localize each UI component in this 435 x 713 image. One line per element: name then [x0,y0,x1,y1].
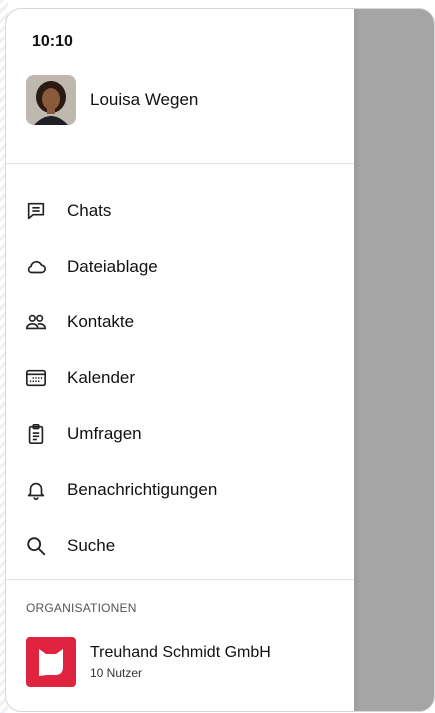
menu-item-suche[interactable]: Suche [6,518,354,574]
profile-name: Louisa Wegen [90,90,199,109]
menu-label-umfragen: Umfragen [67,424,142,444]
user-avatar-icon [26,75,76,125]
menu-label-kontakte: Kontakte [67,312,135,332]
menu-item-umfragen[interactable]: Umfragen [6,406,354,462]
menu-label-kalender: Kalender [67,368,136,388]
menu-label-chats: Chats [67,200,112,220]
calendar-icon [24,366,48,390]
menu-item-benachrichtigungen[interactable]: Benachrichtigungen [6,462,354,518]
drawer-scrim[interactable] [354,9,434,711]
main-menu: Chats Dateiablage Kontakte Kalender Umfr… [6,183,354,574]
cloud-icon [24,255,48,279]
menu-item-kontakte[interactable]: Kontakte [6,295,354,351]
organisation-members: 10 Nutzer [90,666,143,680]
menu-label-suche: Suche [67,535,116,555]
divider [6,163,354,164]
contacts-icon [24,310,48,334]
organisations-header: ORGANISATIONEN [26,601,137,615]
profile-header[interactable]: Louisa Wegen [26,75,198,125]
divider [6,579,354,580]
organisation-item[interactable]: Treuhand Schmidt GmbH 10 Nutzer [26,637,271,687]
bell-icon [24,478,48,502]
navigation-drawer: 10:10 Louisa Wegen Chats Dateiablage Kon… [6,9,354,711]
organisation-text: Treuhand Schmidt GmbH 10 Nutzer [90,644,271,680]
chat-bubble-icon [24,199,48,223]
organisation-name: Treuhand Schmidt GmbH [90,644,271,661]
avatar[interactable] [26,75,76,125]
menu-item-dateiablage[interactable]: Dateiablage [6,239,354,295]
phone-screen: 10:10 Louisa Wegen Chats Dateiablage Kon… [5,8,435,712]
menu-label-benachrichtigungen: Benachrichtigungen [67,479,218,499]
status-time: 10:10 [32,33,73,50]
clipboard-icon [24,422,48,446]
menu-item-chats[interactable]: Chats [6,183,354,239]
menu-item-kalender[interactable]: Kalender [6,350,354,406]
cat-logo-icon [26,637,76,687]
menu-label-dateiablage: Dateiablage [67,256,158,276]
search-icon [24,534,48,558]
